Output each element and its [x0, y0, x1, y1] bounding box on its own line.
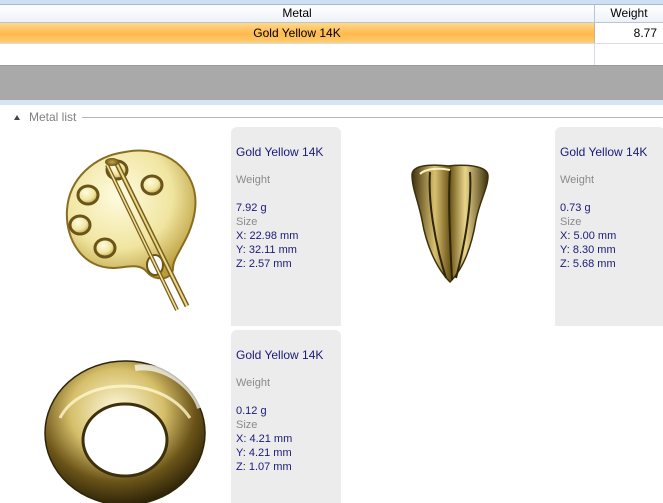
splitter-band[interactable]	[0, 65, 663, 101]
metal-card-3[interactable]: Gold Yellow 14K Weight 0.12 g Size X: 4.…	[231, 330, 341, 503]
cell-metal[interactable]: Gold Yellow 14K	[0, 23, 595, 43]
size-z: Z: 5.68 mm	[560, 258, 616, 270]
cell-weight[interactable]: 8.77	[595, 23, 663, 43]
metal-card-2[interactable]: Gold Yellow 14K Weight 0.73 g Size X: 5.…	[555, 127, 663, 326]
column-header-metal[interactable]: Metal	[0, 5, 595, 22]
size-y: Y: 4.21 mm	[236, 447, 292, 459]
group-divider	[82, 117, 663, 118]
weight-label: Weight	[560, 174, 595, 186]
card-metal-name: Gold Yellow 14K	[560, 145, 648, 159]
card-metal-name: Gold Yellow 14K	[236, 145, 324, 159]
grid-header: Metal Weight	[0, 5, 663, 23]
jump-ring-icon	[44, 360, 206, 503]
table-row[interactable]: Gold Yellow 14K 8.77	[0, 23, 663, 44]
card-metal-name: Gold Yellow 14K	[236, 348, 324, 362]
weight-value: 0.12 g	[236, 405, 267, 417]
weight-label: Weight	[236, 174, 271, 186]
size-label: Size	[236, 216, 258, 228]
size-z: Z: 1.07 mm	[236, 461, 292, 473]
size-label: Size	[560, 216, 582, 228]
metal-grid: Metal Weight Gold Yellow 14K 8.77	[0, 5, 663, 65]
grid-empty-row	[0, 44, 663, 65]
size-label: Size	[236, 419, 258, 431]
weight-label: Weight	[236, 377, 271, 389]
panel-strip	[0, 100, 663, 105]
weight-value: 7.92 g	[236, 202, 267, 214]
palette-pendant-icon	[65, 149, 197, 311]
size-x: X: 22.98 mm	[236, 230, 299, 242]
metal-list-title: Metal list	[29, 110, 77, 124]
bail-icon	[411, 164, 489, 284]
size-x: X: 5.00 mm	[560, 230, 617, 242]
column-header-weight[interactable]: Weight	[595, 5, 663, 22]
size-x: X: 4.21 mm	[236, 433, 293, 445]
size-z: Z: 2.57 mm	[236, 258, 292, 270]
collapse-triangle-icon[interactable]	[14, 114, 20, 120]
weight-value: 0.73 g	[560, 202, 591, 214]
size-y: Y: 32.11 mm	[236, 244, 297, 256]
metal-list-header[interactable]: Metal list	[14, 110, 76, 124]
metal-card-1[interactable]: Gold Yellow 14K Weight 7.92 g Size X: 22…	[231, 127, 341, 326]
size-y: Y: 8.30 mm	[560, 244, 616, 256]
